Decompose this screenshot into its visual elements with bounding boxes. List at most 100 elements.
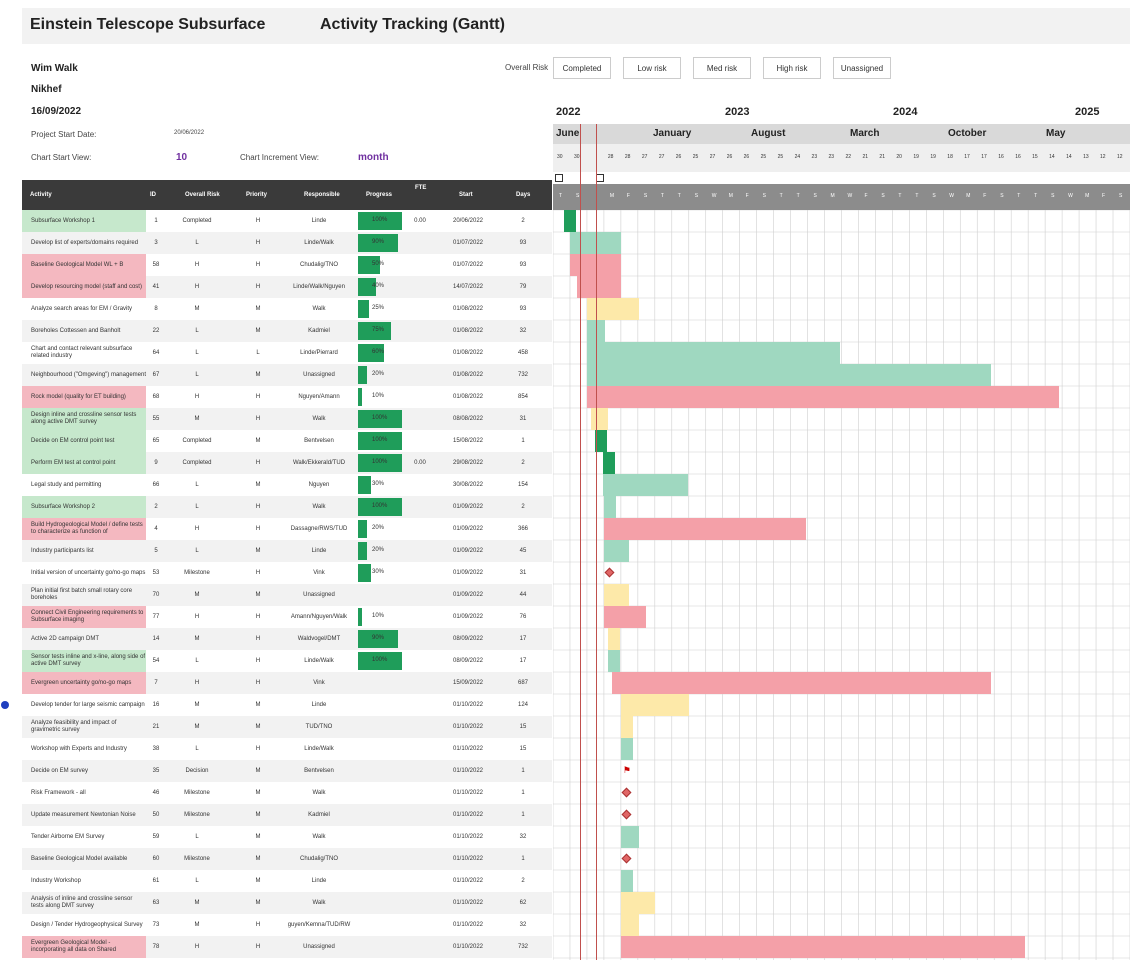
risk-cell[interactable]: L <box>172 342 222 364</box>
days-cell[interactable]: 2 <box>508 210 538 232</box>
id-cell[interactable]: 3 <box>146 232 166 254</box>
activity-cell[interactable]: Decide on EM survey <box>22 760 146 782</box>
gantt-bar[interactable] <box>564 210 577 232</box>
table-row[interactable]: Decide on EM survey 35 Decision M Bentvelsen… <box>22 760 552 782</box>
fte-cell[interactable] <box>406 782 434 804</box>
activity-cell[interactable]: Plan initial first batch small rotary co… <box>22 584 146 606</box>
start-cell[interactable]: 01/10/2022 <box>442 848 494 870</box>
start-cell[interactable]: 01/08/2022 <box>442 298 494 320</box>
responsible-cell[interactable]: Unassigned <box>284 364 354 386</box>
priority-cell[interactable]: M <box>236 474 280 496</box>
fte-cell[interactable] <box>406 870 434 892</box>
fte-cell[interactable] <box>406 232 434 254</box>
chart-increment-value[interactable]: month <box>358 152 389 163</box>
risk-cell[interactable]: H <box>172 518 222 540</box>
progress-cell[interactable] <box>358 850 402 868</box>
responsible-cell[interactable]: Unassigned <box>284 936 354 958</box>
risk-cell[interactable]: Milestone <box>172 782 222 804</box>
days-cell[interactable]: 93 <box>508 232 538 254</box>
table-row[interactable]: Baseline Geological Model available 60 Mil… <box>22 848 552 870</box>
progress-cell[interactable] <box>358 894 402 912</box>
start-cell[interactable]: 08/09/2022 <box>442 628 494 650</box>
days-cell[interactable]: 1 <box>508 782 538 804</box>
id-cell[interactable]: 9 <box>146 452 166 474</box>
responsible-cell[interactable]: Linde <box>284 694 354 716</box>
activity-cell[interactable]: Legal study and permitting <box>22 474 146 496</box>
risk-cell[interactable]: H <box>172 276 222 298</box>
id-cell[interactable]: 46 <box>146 782 166 804</box>
fte-cell[interactable] <box>406 254 434 276</box>
id-cell[interactable]: 73 <box>146 914 166 936</box>
fte-cell[interactable] <box>406 496 434 518</box>
activity-cell[interactable]: Chart and contact relevant subsurface re… <box>22 342 146 364</box>
progress-cell[interactable] <box>358 938 402 956</box>
table-row[interactable]: Industry Workshop 61 L M Linde 01/10/2022 2 <box>22 870 552 892</box>
days-cell[interactable]: 62 <box>508 892 538 914</box>
gantt-bar[interactable] <box>587 386 1059 408</box>
risk-cell[interactable]: Milestone <box>172 562 222 584</box>
id-cell[interactable]: 65 <box>146 430 166 452</box>
id-cell[interactable]: 59 <box>146 826 166 848</box>
days-cell[interactable]: 1 <box>508 804 538 826</box>
decision-flag-icon[interactable]: ⚑ <box>623 765 631 776</box>
col-start[interactable]: Start <box>459 192 473 198</box>
table-row[interactable]: Evergreen Geological Model - incorporati… <box>22 936 552 958</box>
activity-cell[interactable]: Evergreen Geological Model - incorporati… <box>22 936 146 958</box>
activity-cell[interactable]: Risk Framework - all <box>22 782 146 804</box>
fte-cell[interactable] <box>406 408 434 430</box>
responsible-cell[interactable]: Bentvelsen <box>284 760 354 782</box>
start-cell[interactable]: 01/08/2022 <box>442 342 494 364</box>
progress-cell[interactable] <box>358 872 402 890</box>
activity-cell[interactable]: Evergreen uncertainty go/no-go maps <box>22 672 146 694</box>
progress-cell[interactable]: 100% <box>358 498 402 516</box>
fte-cell[interactable] <box>406 848 434 870</box>
fte-cell[interactable] <box>406 826 434 848</box>
priority-cell[interactable]: M <box>236 364 280 386</box>
activity-cell[interactable]: Workshop with Experts and Industry <box>22 738 146 760</box>
table-row[interactable]: Boreholes Cottessen and Banholt 22 L M Kadmi… <box>22 320 552 342</box>
priority-cell[interactable]: H <box>236 650 280 672</box>
fte-cell[interactable] <box>406 694 434 716</box>
responsible-cell[interactable]: Walk <box>284 892 354 914</box>
risk-cell[interactable]: L <box>172 650 222 672</box>
activity-cell[interactable]: Tender Airborne EM Survey <box>22 826 146 848</box>
risk-cell[interactable]: M <box>172 584 222 606</box>
table-row[interactable]: Baseline Geological Model WL + B 58 H H Chud… <box>22 254 552 276</box>
id-cell[interactable]: 35 <box>146 760 166 782</box>
fte-cell[interactable] <box>406 936 434 958</box>
responsible-cell[interactable]: Linde/Pierrard <box>284 342 354 364</box>
start-cell[interactable]: 01/09/2022 <box>442 584 494 606</box>
progress-cell[interactable] <box>358 806 402 824</box>
progress-cell[interactable]: 100% <box>358 410 402 428</box>
days-cell[interactable]: 732 <box>508 936 538 958</box>
responsible-cell[interactable]: Walk <box>284 496 354 518</box>
gantt-bar[interactable] <box>604 606 647 628</box>
risk-cell[interactable]: L <box>172 474 222 496</box>
responsible-cell[interactable]: Linde/Walk/Nguyen <box>284 276 354 298</box>
start-cell[interactable]: 01/10/2022 <box>442 826 494 848</box>
gantt-bar[interactable] <box>620 936 1025 958</box>
progress-cell[interactable]: 100% <box>358 212 402 230</box>
days-cell[interactable]: 15 <box>508 716 538 738</box>
responsible-cell[interactable]: Vink <box>284 562 354 584</box>
table-row[interactable]: Develop resourcing model (staff and cost… <box>22 276 552 298</box>
responsible-cell[interactable]: Kadmiel <box>284 804 354 826</box>
start-cell[interactable]: 01/09/2022 <box>442 496 494 518</box>
start-cell[interactable]: 01/10/2022 <box>442 804 494 826</box>
priority-cell[interactable]: M <box>236 584 280 606</box>
col-activity[interactable]: Activity <box>30 192 52 198</box>
gantt-bar[interactable] <box>620 914 639 936</box>
risk-cell[interactable]: L <box>172 738 222 760</box>
activity-cell[interactable]: Baseline Geological Model WL + B <box>22 254 146 276</box>
responsible-cell[interactable]: TUD/TNO <box>284 716 354 738</box>
fte-cell[interactable] <box>406 364 434 386</box>
table-row[interactable]: Rock model (quality for ET building) 68 H H… <box>22 386 552 408</box>
table-row[interactable]: Analysis of inline and crossline sensor … <box>22 892 552 914</box>
start-cell[interactable]: 01/07/2022 <box>442 254 494 276</box>
priority-cell[interactable]: M <box>236 870 280 892</box>
days-cell[interactable]: 366 <box>508 518 538 540</box>
id-cell[interactable]: 54 <box>146 650 166 672</box>
gantt-bar[interactable] <box>620 694 690 716</box>
fte-cell[interactable] <box>406 650 434 672</box>
gantt-bar[interactable] <box>620 870 633 892</box>
